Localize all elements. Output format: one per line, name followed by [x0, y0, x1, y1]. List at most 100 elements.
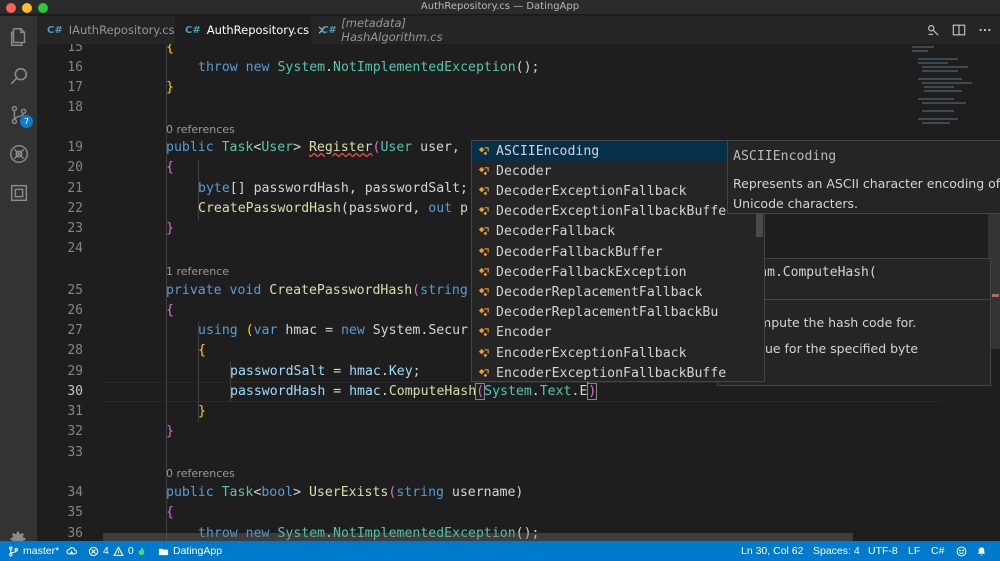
class-icon	[476, 306, 490, 320]
type: Task	[221, 485, 254, 500]
method-name: CreatePasswordHash	[198, 201, 341, 216]
debug-icon[interactable]	[6, 141, 31, 166]
folder-icon	[158, 548, 169, 555]
punct: >	[293, 485, 309, 500]
code-line: }	[198, 402, 206, 422]
namespace: Text	[539, 384, 572, 399]
codelens-references[interactable]: 1 reference	[166, 262, 229, 282]
project-indicator[interactable]: DatingApp	[158, 541, 222, 561]
property: Key	[388, 364, 413, 379]
identifier: [] passwordHash, passwordSalt;	[229, 181, 468, 196]
suggestion-list[interactable]: ASCIIEncoding Decoder DecoderExceptionFa…	[471, 140, 765, 382]
error-count: 4	[103, 545, 109, 557]
tab-iauthrepository[interactable]: C# IAuthRepository.cs	[37, 16, 175, 44]
keyword: new	[340, 323, 365, 338]
scrollbar-error-marker	[992, 294, 999, 297]
search-icon[interactable]	[6, 63, 31, 88]
brace: {	[198, 343, 206, 358]
keyword: new	[245, 60, 270, 75]
warning-icon	[113, 545, 124, 556]
window-title: AuthRepository.cs — DatingApp	[420, 1, 580, 12]
title-bar: AuthRepository.cs — DatingApp	[0, 0, 1000, 15]
punct: .	[380, 364, 389, 379]
keyword: byte	[198, 181, 230, 196]
code-editor[interactable]: 15 16 17 18 19 20 21 22 23 24 25 26 27 2…	[37, 44, 1000, 541]
suggestion-item[interactable]: DecoderFallback	[472, 222, 764, 242]
code-line: private void CreatePasswordHash(string	[166, 281, 468, 301]
code-line: {	[166, 158, 174, 178]
class-icon	[476, 184, 490, 198]
suggestion-details: ASCIIEncoding × Represents an ASCII char…	[727, 140, 1000, 214]
problems-indicator[interactable]: 4 0	[88, 541, 134, 561]
code-line: public Task<User> Register(User user,	[166, 138, 460, 158]
punct: .	[325, 60, 334, 75]
split-editor-icon[interactable]	[950, 21, 968, 39]
tab-hashalgorithm-metadata[interactable]: C# [metadata] HashAlgorithm.cs	[311, 16, 491, 44]
brace: }	[166, 221, 174, 236]
identifier: user,	[412, 140, 460, 155]
variable: hmac	[349, 384, 381, 399]
namespace: System	[484, 384, 532, 399]
eol-setting[interactable]: LF	[908, 541, 920, 561]
suggestion-item[interactable]: DecoderFallbackException	[472, 262, 764, 282]
suggestion-item[interactable]: Encoder	[472, 323, 764, 343]
suggestion-item[interactable]: DecoderExceptionFallbackBuffe	[472, 202, 764, 222]
suggestion-label: ASCIIEncoding	[496, 143, 600, 159]
minimap[interactable]	[910, 44, 988, 144]
tab-authrepository[interactable]: C# AuthRepository.cs ×	[175, 16, 327, 44]
extensions-icon[interactable]	[6, 180, 31, 205]
class-icon	[476, 265, 490, 279]
suggestion-item[interactable]: EncoderExceptionFallback	[472, 343, 764, 363]
editor-tab-bar: C# IAuthRepository.cs C# AuthRepository.…	[37, 16, 1000, 44]
suggestion-item[interactable]: Decoder	[472, 161, 764, 181]
suggestion-item-selected[interactable]: ASCIIEncoding	[472, 141, 764, 162]
type: User	[380, 140, 413, 155]
language-mode[interactable]: C#	[931, 541, 944, 561]
source-control-icon[interactable]: 7	[6, 102, 33, 128]
feedback-smiley-icon[interactable]	[956, 541, 967, 561]
code-line: {	[198, 341, 206, 361]
method-name: ComputeHash	[388, 384, 477, 399]
codelens-references[interactable]: 0 references	[166, 464, 235, 484]
brace: {	[166, 505, 174, 520]
identifier: hmac =	[277, 323, 341, 338]
suggestion-item[interactable]: EncoderExceptionFallbackBuffe	[472, 363, 764, 381]
more-actions-icon[interactable]	[976, 21, 994, 39]
horizontal-scrollbar[interactable]	[103, 533, 853, 541]
operator: =	[325, 384, 350, 399]
code-line: passwordSalt = hmac.Key;	[230, 362, 421, 382]
sync-icon[interactable]	[66, 541, 77, 561]
cursor-position[interactable]: Ln 30, Col 62	[741, 541, 803, 561]
suggestion-label: Encoder	[496, 325, 552, 341]
keyword: bool	[261, 485, 294, 500]
variable: hmac	[349, 364, 381, 379]
notifications-bell-icon[interactable]	[976, 541, 987, 561]
suggestion-item[interactable]: DecoderFallbackBuffer	[472, 242, 764, 262]
project-name: DatingApp	[173, 545, 223, 557]
encoding-setting[interactable]: UTF-8	[868, 541, 898, 561]
code-line: {	[166, 44, 174, 58]
brace: }	[166, 424, 174, 439]
open-changes-icon[interactable]	[924, 21, 942, 39]
suggestion-item[interactable]: DecoderReplacementFallback	[472, 282, 764, 302]
explorer-icon[interactable]	[6, 24, 31, 49]
keyword: private	[166, 283, 222, 298]
tab-label: [metadata] HashAlgorithm.cs	[341, 16, 443, 44]
indentation-setting[interactable]: Spaces: 4	[813, 541, 860, 561]
branch-indicator[interactable]: master*	[8, 541, 59, 561]
class-icon	[476, 205, 490, 219]
brace: {	[166, 160, 174, 175]
omnisharp-flame-icon[interactable]	[136, 541, 147, 561]
class-icon	[476, 144, 490, 158]
warning-count: 0	[127, 545, 134, 557]
branch-name: master*	[23, 545, 60, 557]
typed-text: E	[579, 384, 588, 399]
suggestion-item[interactable]: DecoderExceptionFallback	[472, 181, 764, 201]
suggestion-item[interactable]: DecoderReplacementFallbackBu	[472, 303, 764, 323]
editor-actions	[924, 21, 994, 39]
code-line: {	[166, 503, 174, 523]
codelens-references[interactable]: 0 references	[166, 120, 235, 140]
class-icon	[476, 326, 490, 340]
details-description: Represents an ASCII character encoding o…	[733, 176, 1000, 211]
class-icon	[476, 245, 490, 259]
